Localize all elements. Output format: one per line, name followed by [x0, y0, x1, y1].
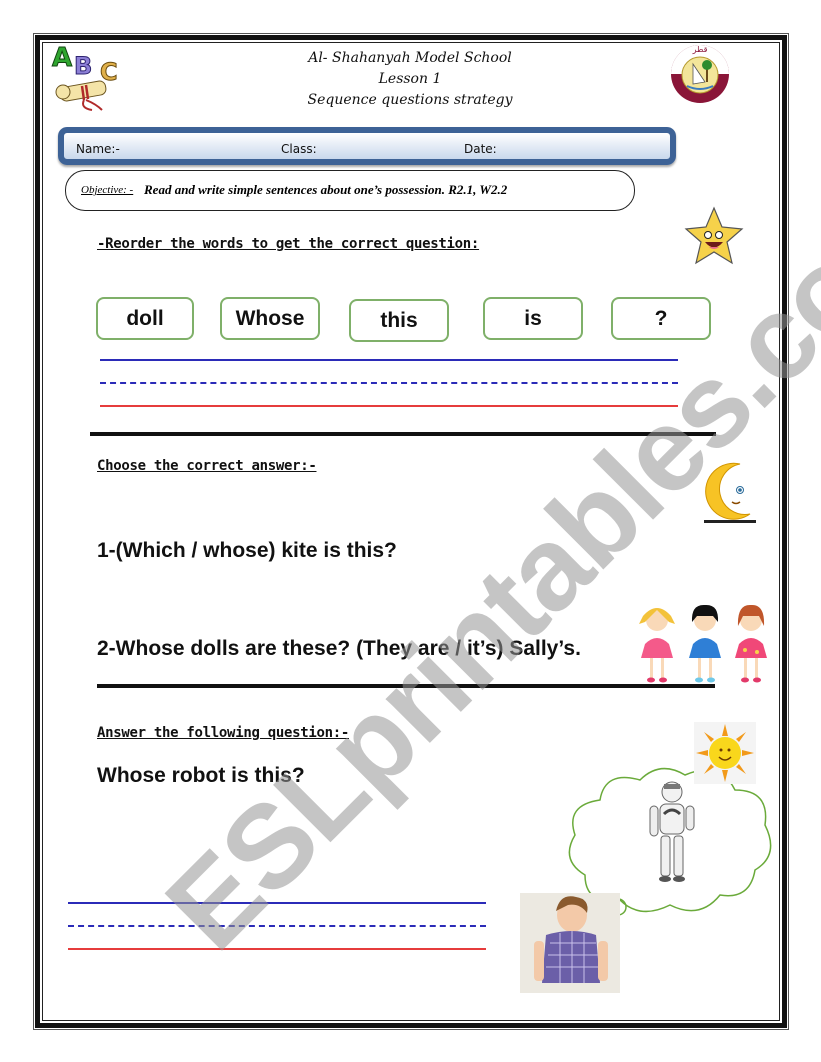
- doll-blonde: [639, 608, 675, 683]
- word-tile-is[interactable]: is: [483, 297, 583, 340]
- writing-line-middle[interactable]: [100, 382, 678, 384]
- class-field-label[interactable]: Class:: [281, 142, 317, 156]
- answer-line-top[interactable]: [68, 902, 486, 904]
- section-divider: [90, 432, 716, 436]
- objective-text: Read and write simple sentences about on…: [144, 182, 508, 197]
- school-name: Al- Shahanyah Model School: [308, 50, 512, 66]
- robot-icon: [649, 781, 695, 882]
- lesson-topic: Sequence questions strategy: [307, 92, 513, 108]
- word-tile-this[interactable]: this: [349, 299, 449, 342]
- objective-box: Objective: - Read and write simple sente…: [65, 170, 635, 211]
- writing-line-top[interactable]: [100, 359, 678, 361]
- date-field-label[interactable]: Date:: [464, 142, 497, 156]
- smiling-star-icon: [684, 206, 744, 265]
- word-tile-question-mark[interactable]: ?: [611, 297, 711, 340]
- worksheet-title: Al- Shahanyah Model School Lesson 1 Sequ…: [240, 48, 580, 111]
- writing-line-base[interactable]: [100, 405, 678, 407]
- choose-answer-heading: Choose the correct answer:-: [97, 458, 317, 474]
- svg-text:ﻗﻄﺮ: ﻗﻄﺮ: [692, 45, 708, 54]
- sun-icon: [694, 722, 756, 784]
- svg-text:A: A: [52, 43, 72, 73]
- robot-question: Whose robot is this?: [97, 764, 305, 787]
- name-field-label[interactable]: Name:-: [76, 142, 120, 156]
- answer-line-middle[interactable]: [68, 925, 486, 927]
- lesson-label: Lesson 1: [378, 71, 442, 87]
- svg-text:B: B: [74, 52, 92, 80]
- question-1: 1-(Which / whose) kite is this?: [97, 539, 397, 562]
- boy-photo: [520, 893, 620, 993]
- word-tile-doll[interactable]: doll: [96, 297, 194, 340]
- crescent-moon-icon: [704, 462, 756, 523]
- doll-red-hair: [735, 604, 767, 683]
- answer-question-heading: Answer the following question:-: [97, 725, 349, 741]
- section-divider-2: [97, 684, 715, 688]
- abc-scroll-icon: A B C: [52, 43, 118, 111]
- student-info-band: Name:- Class: Date:: [58, 127, 676, 165]
- answer-line-base[interactable]: [68, 948, 486, 950]
- three-dolls-icon: [639, 604, 767, 683]
- question-2: 2-Whose dolls are these? (They are / it’…: [97, 637, 581, 660]
- objective-label: Objective: -: [81, 184, 134, 196]
- doll-dark-hair: [689, 604, 721, 683]
- reorder-heading: -Reorder the words to get the correct qu…: [97, 236, 480, 252]
- qatar-ministry-emblem: ﻗﻄﺮ: [671, 45, 729, 103]
- word-tile-whose[interactable]: Whose: [220, 297, 320, 340]
